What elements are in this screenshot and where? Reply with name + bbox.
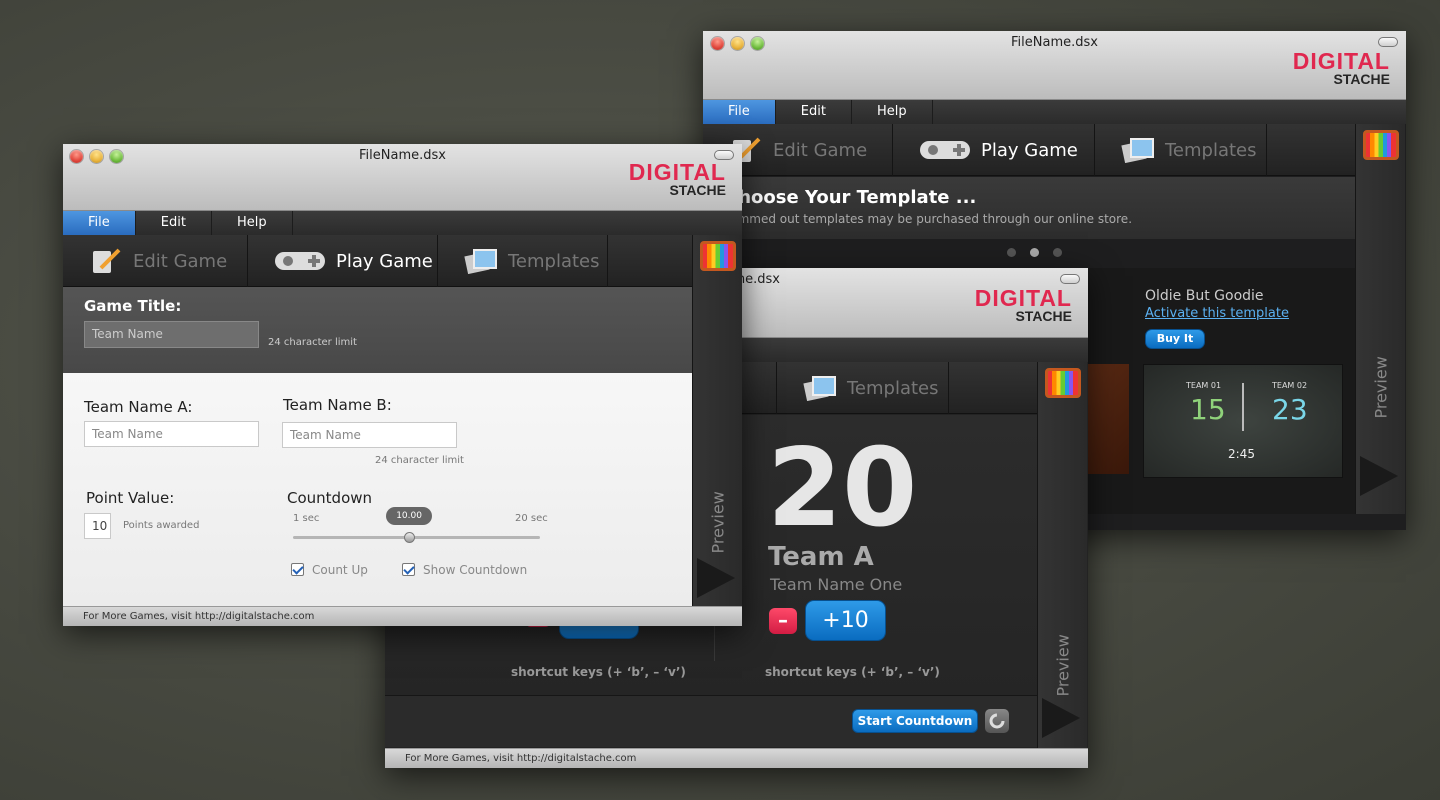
start-countdown-button[interactable]: Start Countdown xyxy=(852,709,978,733)
status-bar: For More Games, visit http://digitalstac… xyxy=(385,748,1088,768)
preview-arrow-icon xyxy=(697,558,735,598)
template-subheading: Dimmed out templates may be purchased th… xyxy=(725,212,1133,226)
preview-label: Preview xyxy=(1053,634,1073,697)
plus-ten-button[interactable]: +10 xyxy=(805,600,886,641)
template-header: Choose Your Template ... Dimmed out temp… xyxy=(703,177,1355,239)
toolbar-toggle-button[interactable] xyxy=(1060,274,1080,284)
team-score: 20 xyxy=(767,426,918,551)
carousel-dot-active[interactable] xyxy=(1030,248,1039,257)
countdown-label: Countdown xyxy=(287,489,373,507)
countdown-bar: Start Countdown xyxy=(385,695,1037,747)
menu-file[interactable]: File xyxy=(703,100,776,124)
team-name: Team A xyxy=(768,542,874,572)
digitalstache-logo: DIGITAL STACHE xyxy=(974,285,1072,324)
show-countdown-label: Show Countdown xyxy=(423,563,528,577)
tab-edit-game[interactable]: Edit Game xyxy=(63,235,248,287)
game-title-input[interactable]: Team Name xyxy=(84,321,259,348)
show-countdown-checkbox[interactable] xyxy=(402,563,415,576)
menu-help[interactable]: Help xyxy=(212,211,293,235)
team-a-input[interactable]: Team Name xyxy=(84,421,259,447)
titlebar[interactable]: FileName.dsx DIGITALSTACHE xyxy=(703,31,1406,100)
menu-help[interactable]: Help xyxy=(852,100,933,124)
countdown-slider[interactable]: 10.00 xyxy=(293,507,540,543)
digitalstache-logo: DIGITAL STACHE xyxy=(1292,48,1390,87)
carousel-dots xyxy=(1007,248,1062,257)
tv-rainbow-icon xyxy=(1045,368,1081,398)
tab-play-game[interactable]: Play Game xyxy=(248,235,438,287)
template-thumb-chalkboard[interactable]: TEAM 01 TEAM 02 15 23 2:45 xyxy=(1143,364,1343,478)
templates-icon xyxy=(464,248,498,275)
preview-label: Preview xyxy=(1371,356,1391,419)
preview-sidebar[interactable]: Preview xyxy=(1037,362,1087,748)
points-awarded-label: Points awarded xyxy=(123,520,200,531)
chalk-divider xyxy=(1242,383,1244,431)
tab-bar: Edit Game Play Game Templates xyxy=(63,235,692,287)
templates-icon xyxy=(803,375,837,402)
team-b-label: Team Name B: xyxy=(283,396,392,414)
game-title-section: Game Title: Team Name 24 character limit xyxy=(63,287,692,373)
carousel-dot[interactable] xyxy=(1053,248,1062,257)
template-thumb-wood[interactable] xyxy=(1083,364,1129,474)
slider-max-label: 20 sec xyxy=(515,513,548,524)
status-bar: For More Games, visit http://digitalstac… xyxy=(63,606,742,626)
tab-templates[interactable]: Templates xyxy=(438,235,608,287)
buy-it-button[interactable]: Buy It xyxy=(1145,329,1205,349)
menu-file[interactable]: File xyxy=(63,211,136,235)
tab-bar: Edit Game Play Game Templates xyxy=(703,124,1355,176)
tab-templates[interactable]: Templates xyxy=(1095,124,1267,176)
carousel-dot[interactable] xyxy=(1007,248,1016,257)
form-section: Team Name A: Team Name Team Name B: Team… xyxy=(63,373,692,606)
point-value-input[interactable]: 10 xyxy=(84,513,111,539)
slider-thumb[interactable] xyxy=(404,532,416,543)
notepad-pencil-icon xyxy=(89,248,123,274)
preview-arrow-icon xyxy=(1042,698,1080,738)
preview-sidebar[interactable]: Preview xyxy=(692,235,742,606)
team-b-limit: 24 character limit xyxy=(375,455,464,466)
preview-arrow-icon xyxy=(1360,456,1398,496)
digitalstache-logo: DIGITAL STACHE xyxy=(628,159,726,198)
team-a-label: Team Name A: xyxy=(84,398,193,416)
tv-rainbow-icon xyxy=(1363,130,1399,160)
template-name: Oldie But Goodie xyxy=(1145,288,1264,304)
shortcut-hint-right: shortcut keys (+ ‘b’, – ‘v’) xyxy=(765,665,940,679)
activate-template-link[interactable]: Activate this template xyxy=(1145,306,1289,321)
tab-play-game[interactable]: Play Game xyxy=(893,124,1095,176)
menu-edit[interactable]: Edit xyxy=(776,100,852,124)
gamepad-icon xyxy=(919,137,971,163)
tv-rainbow-icon xyxy=(700,241,736,271)
game-title-label: Game Title: xyxy=(84,297,182,315)
team-subname: Team Name One xyxy=(770,575,903,594)
template-heading: Choose Your Template ... xyxy=(725,187,977,208)
toolbar-toggle-button[interactable] xyxy=(1378,37,1398,47)
gamepad-icon xyxy=(274,248,326,274)
preview-label: Preview xyxy=(708,491,728,554)
templates-icon xyxy=(1121,137,1155,164)
front-window: FileName.dsx DIGITAL STACHE File Edit Hel… xyxy=(63,144,742,626)
point-value-label: Point Value: xyxy=(86,489,175,507)
slider-min-label: 1 sec xyxy=(293,513,320,524)
reset-icon[interactable] xyxy=(985,709,1009,733)
slider-value-bubble: 10.00 xyxy=(386,507,433,525)
tab-templates[interactable]: Templates xyxy=(777,362,949,414)
minus-button[interactable]: – xyxy=(769,608,797,634)
preview-sidebar[interactable]: Preview xyxy=(1355,124,1405,514)
count-up-checkbox[interactable] xyxy=(291,563,304,576)
menubar: File Edit Help xyxy=(63,211,742,235)
menu-edit[interactable]: Edit xyxy=(136,211,212,235)
count-up-label: Count Up xyxy=(312,563,368,577)
menubar: File Edit Help xyxy=(703,100,1406,124)
game-title-limit: 24 character limit xyxy=(268,337,357,348)
team-b-input[interactable]: Team Name xyxy=(282,422,457,448)
titlebar[interactable]: FileName.dsx DIGITALSTACHE xyxy=(63,144,742,211)
shortcut-hint-left: shortcut keys (+ ‘b’, – ‘v’) xyxy=(511,665,686,679)
